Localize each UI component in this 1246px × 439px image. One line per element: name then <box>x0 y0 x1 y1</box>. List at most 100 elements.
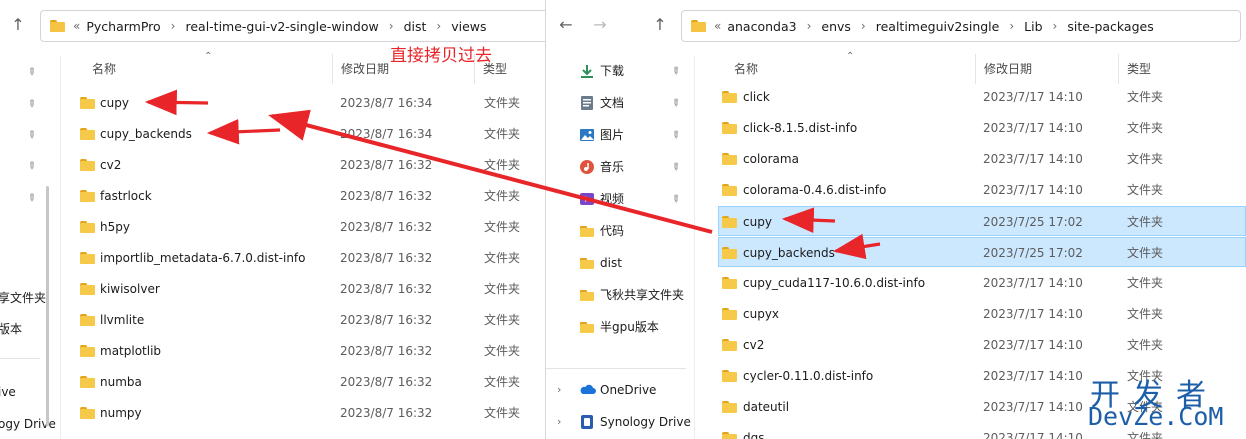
file-row[interactable]: cupyx 2023/7/17 14:10 文件夹 <box>718 299 1246 329</box>
sidebar-item-label: dist <box>600 256 622 270</box>
watermark-line2: DevZe.CoM <box>1088 402 1224 431</box>
file-name: click-8.1.5.dist-info <box>743 121 858 135</box>
chevron-right-icon[interactable]: › <box>1053 19 1058 33</box>
up-arrow-icon[interactable]: ↑ <box>8 15 28 35</box>
file-name: cupy <box>743 215 772 229</box>
file-name: kiwisolver <box>100 282 160 296</box>
address-segment[interactable]: PycharmPro <box>86 19 160 34</box>
file-name: cv2 <box>743 338 765 352</box>
folder-icon <box>722 277 737 289</box>
file-row[interactable]: click-8.1.5.dist-info 2023/7/17 14:10 文件夹 <box>718 113 1246 143</box>
chevron-right-icon[interactable]: › <box>171 19 176 33</box>
sidebar-item[interactable]: 代码 <box>546 216 686 246</box>
file-name: colorama-0.4.6.dist-info <box>743 183 887 197</box>
address-overflow[interactable]: « <box>73 19 80 33</box>
file-row[interactable]: cupy 2023/8/7 16:34 文件夹 <box>0 88 545 118</box>
file-name: cupy <box>100 96 129 110</box>
file-date: 2023/7/25 17:02 <box>983 246 1083 260</box>
column-header-date[interactable]: 修改日期 <box>975 54 1032 84</box>
pin-icon[interactable]: ✎ <box>668 161 682 175</box>
column-header-name[interactable]: 名称 <box>726 54 758 84</box>
chevron-right-icon[interactable]: › <box>861 19 866 33</box>
column-header-type[interactable]: 类型 <box>1118 54 1151 84</box>
sidebar-item[interactable]: 半gpu版本 <box>546 312 686 342</box>
pin-icon[interactable]: ✎ <box>668 129 682 143</box>
folder-icon <box>80 283 95 295</box>
sidebar-item[interactable]: 图片 ✎ <box>546 120 686 150</box>
file-date: 2023/8/7 16:32 <box>340 313 433 327</box>
download-icon <box>579 63 595 79</box>
pin-icon[interactable]: ✎ <box>24 66 41 83</box>
file-name: cv2 <box>100 158 122 172</box>
file-row[interactable]: colorama 2023/7/17 14:10 文件夹 <box>718 144 1246 174</box>
file-row[interactable]: cupy_backends 2023/7/25 17:02 文件夹 <box>718 237 1246 267</box>
folder-icon <box>691 20 706 32</box>
address-segment[interactable]: anaconda3 <box>727 19 796 34</box>
sidebar-item[interactable]: dist <box>546 248 686 278</box>
file-name: dateutil <box>743 400 790 414</box>
file-name: numpy <box>100 406 142 420</box>
file-row[interactable]: colorama-0.4.6.dist-info 2023/7/17 14:10 文… <box>718 175 1246 205</box>
address-segment[interactable]: real-time-gui-v2-single-window <box>185 19 378 34</box>
chevron-right-icon[interactable]: › <box>436 19 441 33</box>
pin-icon[interactable]: ✎ <box>668 97 682 111</box>
column-header-name[interactable]: 名称 <box>84 54 116 84</box>
sidebar-item[interactable]: 音乐 ✎ <box>546 152 686 182</box>
file-type: 文件夹 <box>484 406 521 420</box>
file-row[interactable]: importlib_metadata-6.7.0.dist-info 2023/8… <box>0 243 545 273</box>
file-row[interactable]: cv2 2023/8/7 16:32 文件夹 <box>0 150 545 180</box>
chevron-right-icon[interactable]: › <box>807 19 812 33</box>
file-row[interactable]: click 2023/7/17 14:10 文件夹 <box>718 82 1246 112</box>
chevron-right-icon[interactable]: › <box>1009 19 1014 33</box>
sidebar-item[interactable]: 文档 ✎ <box>546 88 686 118</box>
file-row[interactable]: h5py 2023/8/7 16:32 文件夹 <box>0 212 545 242</box>
right-navbar: ← → ↑ « anaconda3 › envs › realtimeguiv2… <box>546 0 1246 54</box>
file-name: dgs <box>743 431 765 439</box>
file-row[interactable]: llvmlite 2023/8/7 16:32 文件夹 <box>0 305 545 335</box>
left-address-bar[interactable]: « PycharmPro › real-time-gui-v2-single-w… <box>40 10 545 42</box>
file-row[interactable]: fastrlock 2023/8/7 16:32 文件夹 <box>0 181 545 211</box>
folder-icon <box>722 122 737 134</box>
up-arrow-icon[interactable]: ↑ <box>650 15 670 35</box>
folder-icon <box>80 407 95 419</box>
chevron-right-icon[interactable]: › <box>389 19 394 33</box>
right-address-bar[interactable]: « anaconda3 › envs › realtimeguiv2single… <box>681 10 1241 42</box>
sidebar-item[interactable]: › Synology Drive <box>546 407 691 437</box>
file-row[interactable]: kiwisolver 2023/8/7 16:32 文件夹 <box>0 274 545 304</box>
file-type: 文件夹 <box>484 96 521 110</box>
address-segment[interactable]: views <box>451 19 486 34</box>
address-segment[interactable]: site-packages <box>1067 19 1153 34</box>
sidebar-item-label: 下载 <box>600 64 625 78</box>
sidebar-item-label: 代码 <box>600 224 625 238</box>
file-row[interactable]: numpy 2023/8/7 16:32 文件夹 <box>0 398 545 428</box>
address-segment[interactable]: dist <box>404 19 427 34</box>
file-date: 2023/8/7 16:32 <box>340 375 433 389</box>
music-icon <box>579 159 595 175</box>
chevron-right-icon[interactable]: › <box>557 407 561 437</box>
address-segment[interactable]: realtimeguiv2single <box>876 19 1000 34</box>
file-row[interactable]: numba 2023/8/7 16:32 文件夹 <box>0 367 545 397</box>
address-overflow[interactable]: « <box>714 19 721 33</box>
folder-icon <box>80 128 95 140</box>
column-header-date[interactable]: 修改日期 <box>332 54 389 84</box>
sidebar-item[interactable]: 下载 ✎ <box>546 56 686 86</box>
file-row[interactable]: cv2 2023/7/17 14:10 文件夹 <box>718 330 1246 360</box>
address-segment[interactable]: envs <box>821 19 851 34</box>
address-segment[interactable]: Lib <box>1024 19 1042 34</box>
sidebar-item[interactable]: › OneDrive <box>546 375 686 405</box>
file-row[interactable]: cupy 2023/7/25 17:02 文件夹 <box>718 206 1246 236</box>
file-row[interactable]: matplotlib 2023/8/7 16:32 文件夹 <box>0 336 545 366</box>
sidebar-item[interactable]: 飞秋共享文件夹 <box>546 280 686 310</box>
sidebar-item[interactable]: 视频 ✎ <box>546 184 686 214</box>
forward-arrow-icon[interactable]: → <box>590 15 610 35</box>
file-date: 2023/8/7 16:34 <box>340 96 433 110</box>
file-name: h5py <box>100 220 130 234</box>
file-row[interactable]: cupy_backends 2023/8/7 16:34 文件夹 <box>0 119 545 149</box>
pin-icon[interactable]: ✎ <box>668 65 682 79</box>
chevron-right-icon[interactable]: › <box>557 375 561 405</box>
file-row[interactable]: cupy_cuda117-10.6.0.dist-info 2023/7/17 1… <box>718 268 1246 298</box>
file-type: 文件夹 <box>484 375 521 389</box>
file-date: 2023/8/7 16:32 <box>340 344 433 358</box>
pin-icon[interactable]: ✎ <box>668 193 682 207</box>
back-arrow-icon[interactable]: ← <box>556 15 576 35</box>
